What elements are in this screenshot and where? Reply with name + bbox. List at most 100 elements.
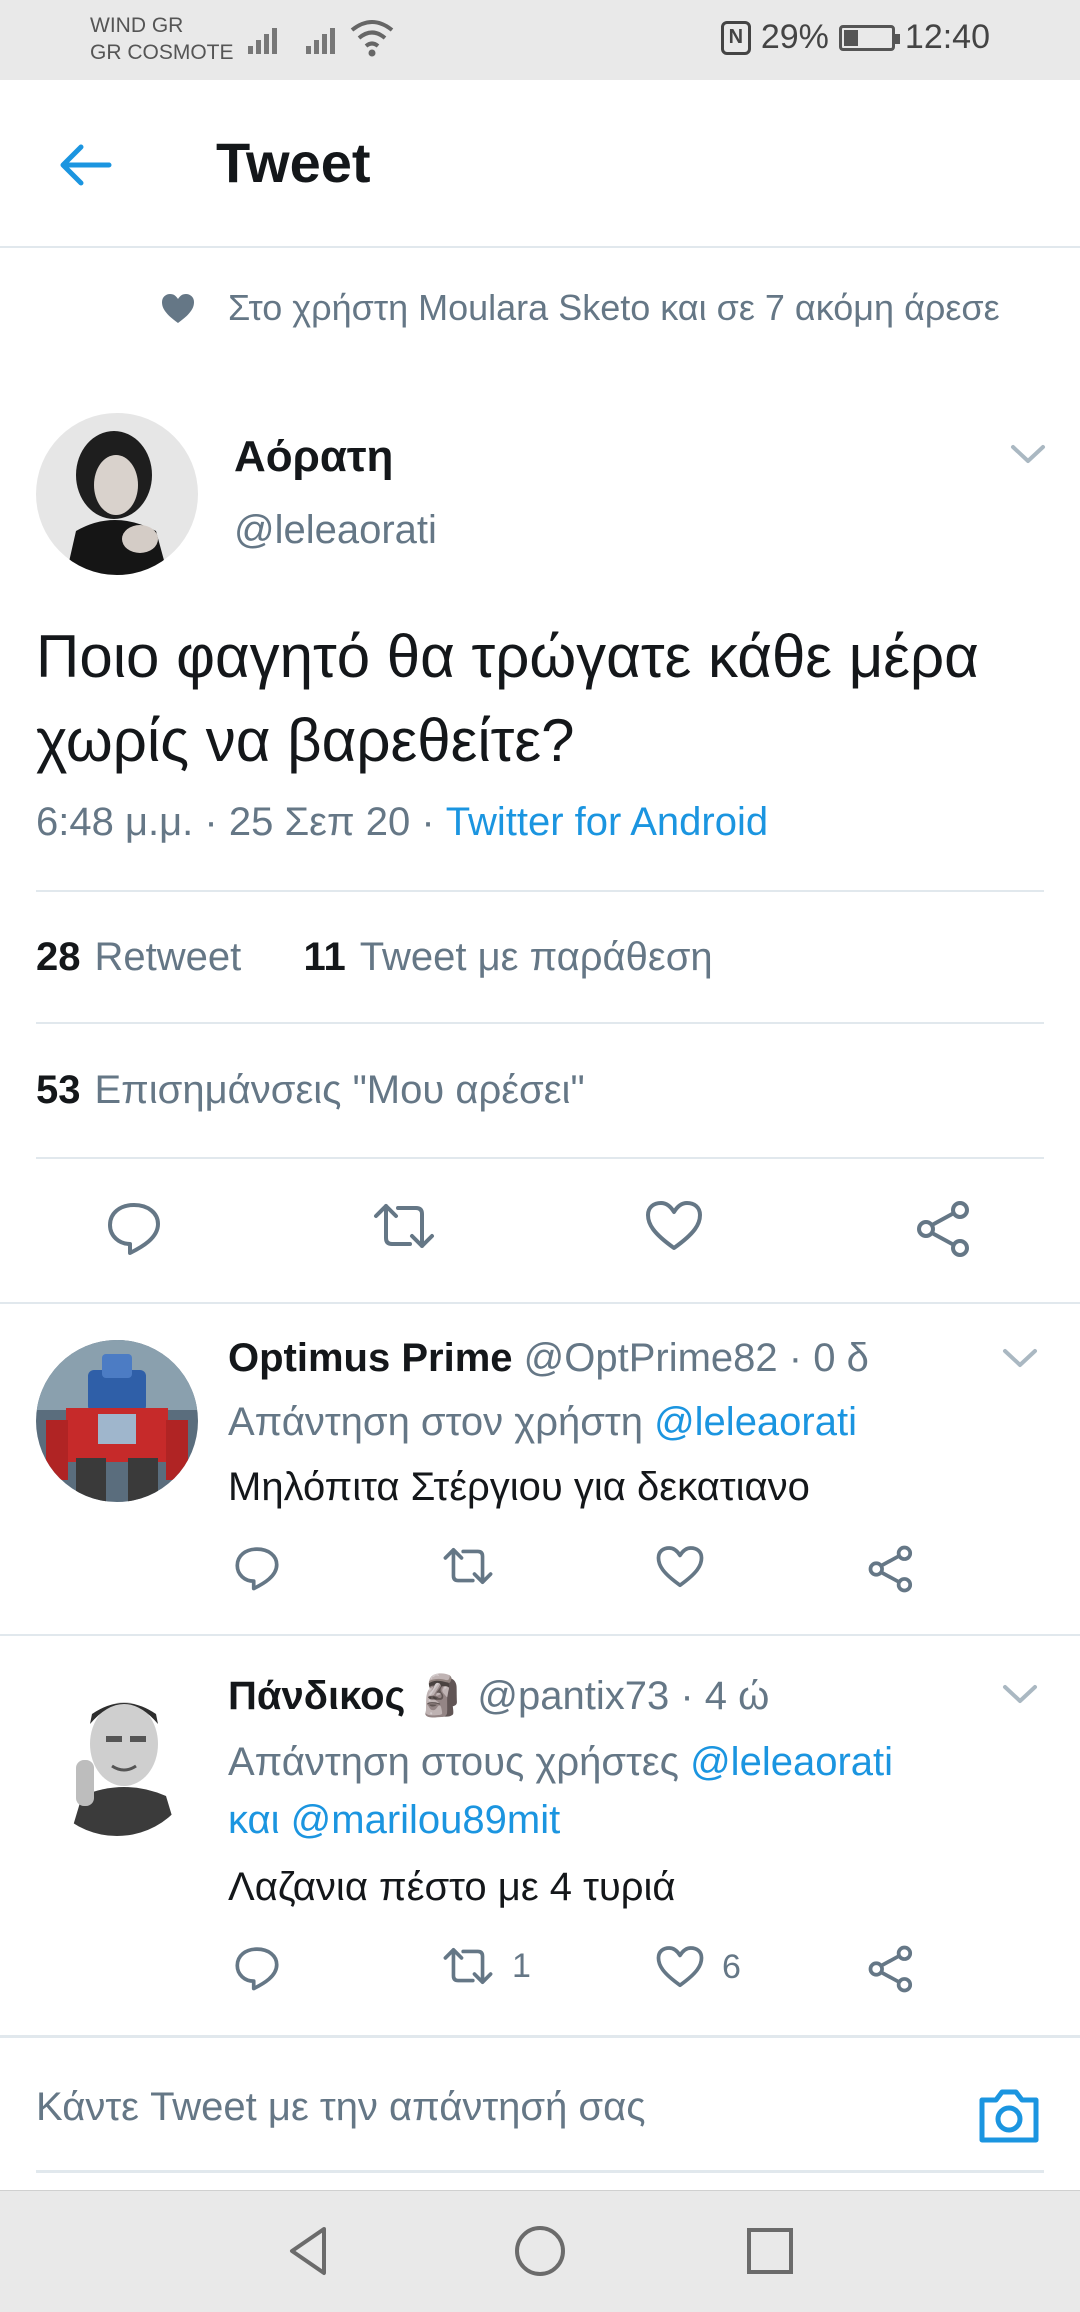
like-button[interactable] <box>656 1545 704 1589</box>
author-name[interactable]: Αόρατη <box>234 432 393 482</box>
camera-button[interactable] <box>974 2080 1044 2150</box>
reply-button[interactable] <box>234 1945 280 1991</box>
battery-icon <box>838 24 900 51</box>
reply-text: Λαζανια πέστο με 4 τυριά <box>228 1865 676 1909</box>
reply-context-prefix: Απάντηση στον χρήστη <box>228 1400 655 1444</box>
heart-icon <box>656 1546 704 1588</box>
nfc-icon: N <box>720 20 751 55</box>
tweet-source-link[interactable]: Twitter for Android <box>446 800 768 844</box>
signal-icon <box>306 22 335 54</box>
liked-by-text: Στο χρήστη Moulara Sketo και σε 7 ακόμη … <box>228 287 1000 328</box>
divider <box>0 1634 1080 1636</box>
reply-handle-time[interactable]: @pantix73 · 4 ώ <box>477 1674 769 1718</box>
reply-context-and: και <box>228 1798 291 1842</box>
retweets-link[interactable]: 28 Retweet <box>36 935 241 979</box>
author-avatar-image <box>36 413 198 575</box>
divider <box>36 890 1044 892</box>
share-icon <box>868 1945 913 1993</box>
chevron-down-icon[interactable] <box>1010 443 1046 467</box>
like-button[interactable] <box>645 1200 703 1252</box>
like-button[interactable]: 6 <box>656 1945 741 1989</box>
retweet-icon <box>443 1948 493 1984</box>
retweet-count: 1 <box>512 1946 531 1985</box>
social-context[interactable]: Στο χρήστη Moulara Sketo και σε 7 ακόμη … <box>160 285 1000 331</box>
carrier-info: WIND GR GR COSMOTE <box>90 12 234 66</box>
nav-home-icon[interactable] <box>510 2221 570 2281</box>
retweet-button[interactable]: 1 <box>442 1945 531 1987</box>
wifi-icon <box>350 20 394 57</box>
back-arrow-icon <box>60 144 112 186</box>
heart-icon <box>656 1946 704 1988</box>
carrier-1: WIND GR <box>90 14 184 37</box>
reply-text: Μηλόπιτα Στέργιου για δεκατιανο <box>228 1465 810 1509</box>
like-count: 6 <box>722 1947 741 1986</box>
likes-label: Επισημάνσεις "Μου αρέσει" <box>94 1068 585 1112</box>
reply-icon <box>235 1547 279 1591</box>
status-bar: WIND GR GR COSMOTE N 29% 12:40 <box>0 0 1080 80</box>
reply-input[interactable]: Κάντε Tweet με την απάντησή σας <box>36 2085 646 2130</box>
reply-avatar-image <box>36 1340 198 1502</box>
reply-icon <box>108 1203 160 1255</box>
mention-link[interactable]: @marilou89mit <box>291 1798 561 1842</box>
likes-stats[interactable]: 53 Επισημάνσεις "Μου αρέσει" <box>36 1068 585 1113</box>
battery-level <box>843 29 859 46</box>
mention-link[interactable]: @leleaorati <box>690 1740 893 1784</box>
reply-author-name[interactable]: Optimus Prime <box>228 1336 513 1380</box>
reply-avatar[interactable] <box>36 1340 198 1502</box>
retweets-label: Retweet <box>94 935 242 979</box>
battery-percent: 29% <box>760 18 829 56</box>
tweet-meta: 6:48 μ.μ. · 25 Σεπ 20 · Twitter for Andr… <box>36 800 768 845</box>
reply-author-name[interactable]: Πάνδικος <box>228 1674 405 1718</box>
reply-avatar-image <box>36 1674 198 1836</box>
tweet-text: Ποιο φαγητό θα τρώγατε κάθε μέρα χωρίς ν… <box>36 623 979 774</box>
quotes-label: Tweet με παράθεση <box>359 935 713 979</box>
nav-recents-icon[interactable] <box>740 2221 800 2281</box>
share-button[interactable] <box>868 1945 916 1993</box>
retweets-count: 28 <box>36 935 81 979</box>
reply-input-underline <box>36 2170 1044 2173</box>
back-button[interactable] <box>50 130 120 200</box>
share-button[interactable] <box>868 1545 916 1593</box>
reply-icon <box>235 1947 279 1991</box>
nav-back-icon[interactable] <box>278 2221 338 2281</box>
share-button[interactable] <box>916 1200 974 1258</box>
app-header: Tweet <box>0 80 1080 248</box>
divider <box>36 1157 1044 1159</box>
retweet-button[interactable] <box>442 1545 494 1587</box>
mention-link[interactable]: @leleaorati <box>654 1400 857 1444</box>
author-avatar[interactable] <box>36 413 198 575</box>
heart-filled-icon <box>162 294 194 323</box>
divider <box>0 2035 1080 2038</box>
divider <box>0 1302 1080 1304</box>
reply-header: Optimus Prime @OptPrime82 · 0 δ <box>228 1336 869 1381</box>
likes-count: 53 <box>36 1068 81 1112</box>
reply-context: Απάντηση στον χρήστη @leleaorati <box>228 1393 1008 1451</box>
reply-avatar[interactable] <box>36 1674 198 1836</box>
reply-button[interactable] <box>106 1200 162 1256</box>
quotes-link[interactable]: 11 Tweet με παράθεση <box>304 935 713 979</box>
share-icon <box>917 1201 969 1257</box>
divider <box>36 1022 1044 1024</box>
signal-icon <box>248 22 277 54</box>
reply-context-prefix: Απάντηση στους χρήστες <box>228 1740 691 1784</box>
reply-context: Απάντηση στους χρήστες @leleaorati και @… <box>228 1733 1008 1849</box>
page-title: Tweet <box>216 131 371 194</box>
reply-handle-time[interactable]: @OptPrime82 · 0 δ <box>524 1336 869 1380</box>
quotes-count: 11 <box>303 935 346 979</box>
retweet-button[interactable] <box>372 1200 436 1252</box>
chevron-down-icon[interactable] <box>1002 1347 1038 1371</box>
reply-header: Πάνδικος 🗿 @pantix73 · 4 ώ <box>228 1672 769 1719</box>
retweet-stats: 28 Retweet 11 Tweet με παράθεση <box>36 935 713 980</box>
heart-icon <box>646 1201 702 1250</box>
author-handle[interactable]: @leleaorati <box>234 508 437 553</box>
retweet-icon <box>374 1204 434 1248</box>
chevron-down-icon[interactable] <box>1002 1683 1038 1707</box>
camera-icon <box>979 2089 1039 2143</box>
reply-button[interactable] <box>234 1545 280 1591</box>
tweet-timestamp[interactable]: 6:48 μ.μ. · 25 Σεπ 20 · <box>36 800 446 844</box>
retweet-icon <box>443 1548 493 1584</box>
carrier-2: GR COSMOTE <box>90 41 234 64</box>
clock: 12:40 <box>904 18 990 56</box>
system-nav-bar <box>0 2190 1080 2312</box>
share-icon <box>868 1545 913 1593</box>
